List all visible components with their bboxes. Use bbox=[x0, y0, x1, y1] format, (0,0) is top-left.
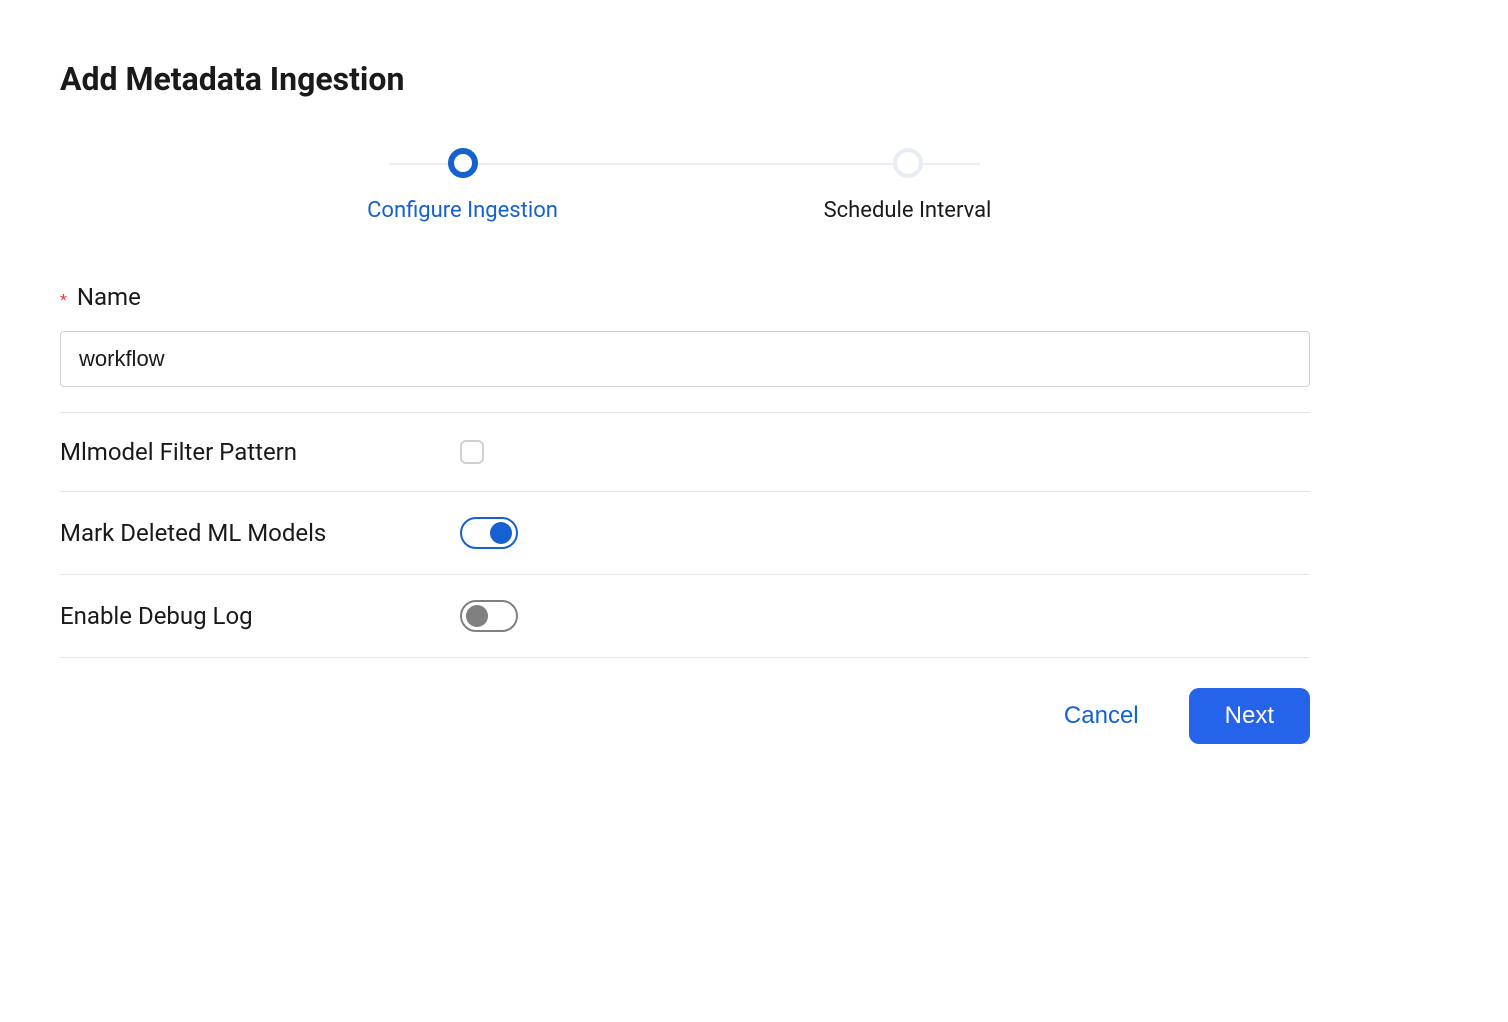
step-configure-ingestion[interactable]: Configure Ingestion bbox=[240, 148, 685, 223]
form-section-enable-debug: Enable Debug Log bbox=[60, 575, 1310, 658]
toggle-knob bbox=[490, 522, 512, 544]
mark-deleted-toggle[interactable] bbox=[460, 517, 518, 549]
form-section-mark-deleted: Mark Deleted ML Models bbox=[60, 492, 1310, 575]
step-label: Configure Ingestion bbox=[367, 198, 558, 223]
step-schedule-interval[interactable]: Schedule Interval bbox=[685, 148, 1130, 223]
mark-deleted-label: Mark Deleted ML Models bbox=[60, 519, 460, 547]
footer: Cancel Next bbox=[60, 658, 1310, 744]
toggle-knob bbox=[466, 605, 488, 627]
step-circle-inactive bbox=[893, 148, 923, 178]
mlmodel-filter-checkbox[interactable] bbox=[460, 440, 484, 464]
step-label: Schedule Interval bbox=[824, 198, 992, 223]
page-title: Add Metadata Ingestion bbox=[60, 60, 1310, 98]
required-indicator: * bbox=[60, 290, 67, 309]
stepper: Configure Ingestion Schedule Interval bbox=[60, 148, 1310, 223]
form-section-mlmodel-filter: Mlmodel Filter Pattern bbox=[60, 413, 1310, 492]
form-section-name: * Name bbox=[60, 283, 1310, 413]
mlmodel-filter-label: Mlmodel Filter Pattern bbox=[60, 438, 460, 466]
cancel-button[interactable]: Cancel bbox=[1064, 702, 1139, 730]
name-label: Name bbox=[77, 283, 141, 311]
enable-debug-log-toggle[interactable] bbox=[460, 600, 518, 632]
next-button[interactable]: Next bbox=[1189, 688, 1310, 744]
name-input[interactable] bbox=[60, 331, 1310, 387]
enable-debug-log-label: Enable Debug Log bbox=[60, 602, 460, 630]
step-circle-active bbox=[448, 148, 478, 178]
